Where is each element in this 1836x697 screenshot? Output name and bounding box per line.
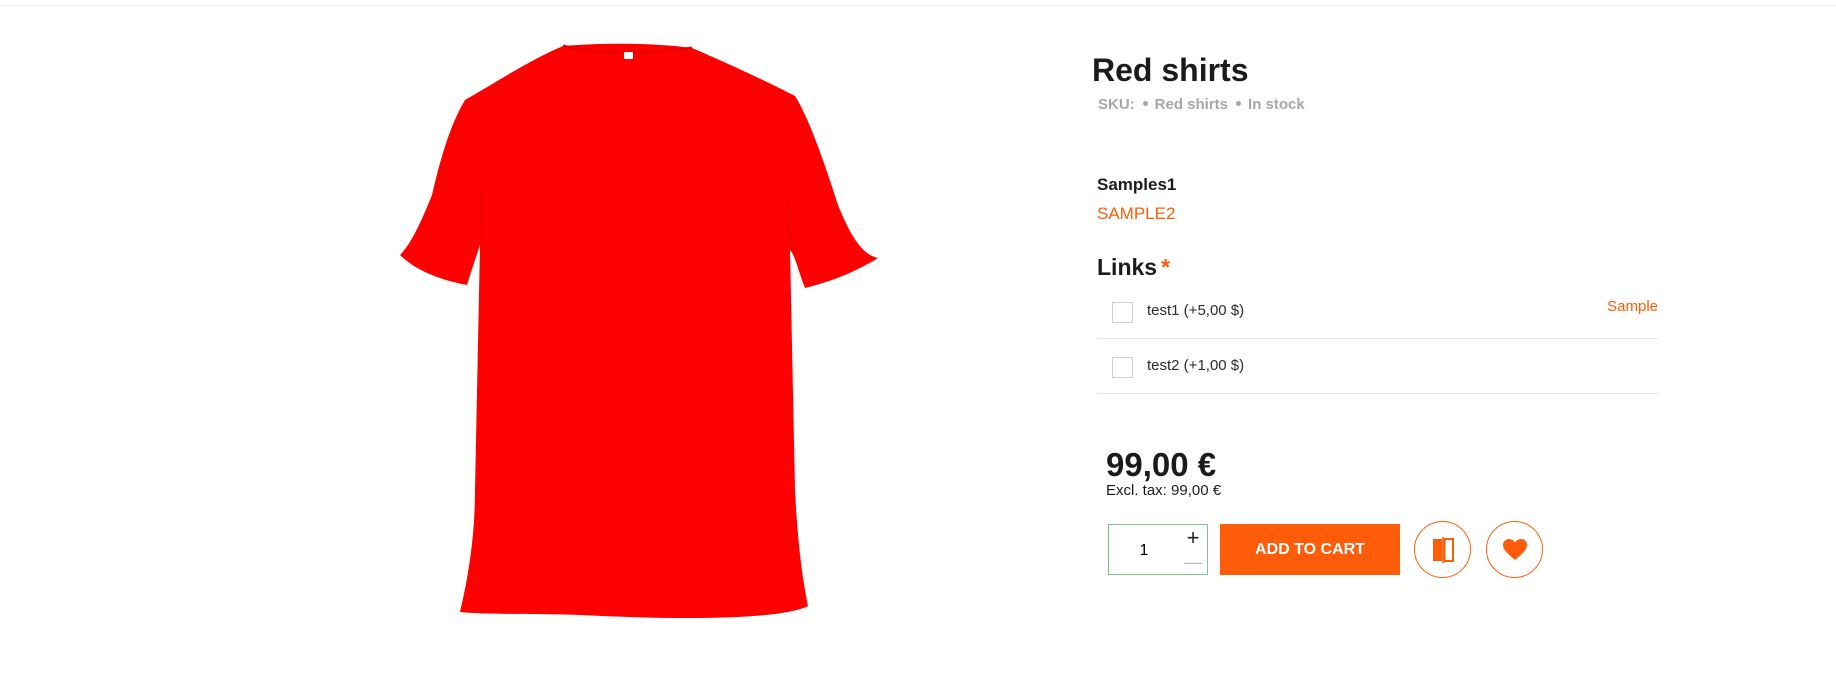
top-divider [0,5,1836,6]
link-option-row[interactable]: test2 (+1,00 $) [1097,339,1658,394]
heart-icon [1502,538,1527,560]
compare-icon [1432,536,1454,563]
links-heading: Links * [1097,254,1170,281]
quantity-stepper[interactable]: + — [1108,524,1208,575]
link-sample-link[interactable]: Sample [1607,298,1658,315]
quantity-input[interactable] [1117,537,1171,565]
product-meta: SKU: Red shirts In stock [1098,96,1305,113]
link-option-label[interactable]: test1 (+5,00 $) [1147,302,1244,319]
link-option-row[interactable]: test1 (+5,00 $) Sample [1097,284,1658,339]
dot-separator [1236,101,1242,106]
quantity-increase-button[interactable]: + [1183,527,1203,549]
required-mark: * [1161,254,1171,280]
product-price: 99,00 € [1106,446,1217,483]
price-excl-tax: Excl. tax: 99,00 € [1106,482,1222,499]
product-title: Red shirts [1092,52,1249,88]
links-heading-label: Links [1097,254,1158,280]
compare-button[interactable] [1414,521,1471,578]
samples-title: Samples1 [1097,175,1177,194]
link-option-label[interactable]: test2 (+1,00 $) [1147,357,1244,374]
sample-link[interactable]: SAMPLE2 [1097,204,1175,224]
sku-label: SKU: [1098,96,1135,113]
link-checkbox[interactable] [1112,302,1133,323]
product-image[interactable] [380,30,880,650]
add-to-cart-button[interactable]: ADD TO CART [1220,524,1400,575]
red-tshirt-image [400,43,878,619]
sku-value: Red shirts [1154,96,1229,113]
dot-separator [1142,101,1148,106]
stock-status: In stock [1248,96,1305,113]
link-checkbox[interactable] [1112,357,1133,378]
wishlist-button[interactable] [1486,521,1543,578]
quantity-decrease-button[interactable]: — [1183,552,1203,572]
